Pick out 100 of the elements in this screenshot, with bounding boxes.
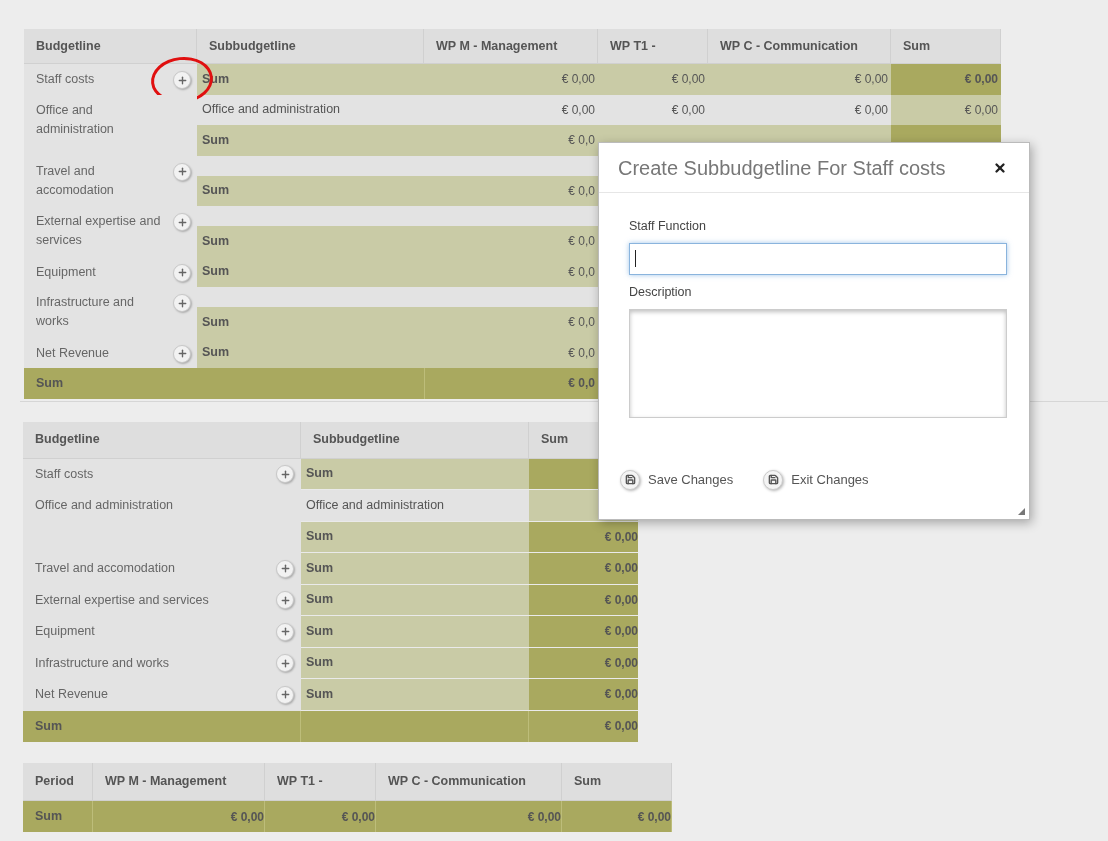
column-header: WP C - Communication xyxy=(376,763,562,800)
amount-cell: € 0,0 xyxy=(424,226,598,257)
exit-changes-button[interactable]: Exit Changes xyxy=(763,469,869,490)
column-header: Sum xyxy=(562,763,672,800)
dialog-title: Create Subbudgetline For Staff costs xyxy=(618,155,946,181)
budgetline-label: Infrastructure and works xyxy=(35,654,170,672)
plus-icon xyxy=(279,468,291,480)
amount-cell: € 0,0 xyxy=(424,337,598,368)
amount-cell: € 0,00 xyxy=(529,553,638,585)
column-header: Subbudgetline xyxy=(197,29,424,63)
amount-cell: € 0,00 xyxy=(598,64,708,95)
resize-grip-icon xyxy=(1018,508,1025,515)
subbudgetline-cell: Sum xyxy=(197,125,424,156)
text-cursor xyxy=(635,250,636,268)
add-button[interactable] xyxy=(276,559,294,578)
close-button[interactable] xyxy=(993,160,1007,175)
add-button[interactable] xyxy=(276,622,294,641)
budgetline-label: Travel and accomodation xyxy=(36,162,115,199)
add-button[interactable] xyxy=(173,213,191,231)
budgetline-label: Staff costs xyxy=(36,71,96,88)
amount-cell: € 0,00 xyxy=(562,801,672,832)
amount-cell: € 0,0 xyxy=(424,307,598,338)
plus-icon xyxy=(176,216,188,228)
textarea-field[interactable] xyxy=(629,308,1007,418)
add-button[interactable] xyxy=(276,654,294,673)
column-header: Sum xyxy=(891,29,1001,63)
subbudgetline-cell: Sum xyxy=(197,337,424,368)
subbudgetline-cell: Sum xyxy=(301,584,529,616)
budgetline-label: Office and administration xyxy=(36,101,115,138)
add-button[interactable] xyxy=(173,162,191,181)
period-cell: Sum xyxy=(23,801,93,832)
amount-cell: € 0,00 xyxy=(424,64,598,95)
column-header: WP T1 - xyxy=(265,763,376,800)
plus-icon xyxy=(176,297,188,309)
subbudgetline-cell: Sum xyxy=(197,226,424,257)
add-button[interactable] xyxy=(276,465,294,484)
add-button[interactable] xyxy=(276,685,294,704)
add-button[interactable] xyxy=(173,71,191,89)
amount-cell: € 0,00 xyxy=(891,94,1001,125)
column-header: WP C - Communication xyxy=(708,29,891,63)
save-changes-button[interactable]: Save Changes xyxy=(620,469,734,490)
subbudgetline-cell: Sum xyxy=(301,553,529,585)
total-cell-text: € 0,00 xyxy=(603,718,638,736)
subbudgetline-cell: Sum xyxy=(197,307,424,338)
column-header: WP T1 - xyxy=(598,29,708,63)
column-header: WP M - Management xyxy=(424,29,598,63)
plus-icon xyxy=(176,267,188,278)
close-icon xyxy=(993,160,1007,175)
save-icon xyxy=(620,469,640,490)
plus-icon xyxy=(279,594,291,606)
amount-cell: € 0,0 xyxy=(424,125,598,156)
column-header: Budgetline xyxy=(23,421,301,458)
subbudgetline-cell: Sum xyxy=(197,256,424,287)
total-label: Sum xyxy=(35,374,65,392)
field-label: Description xyxy=(629,283,693,301)
plus-icon xyxy=(279,657,291,669)
subbudgetline-cell: Sum xyxy=(301,679,529,711)
subbudgetline-cell: Sum xyxy=(197,175,424,206)
budgetline-label: Staff costs xyxy=(35,465,94,483)
add-button[interactable] xyxy=(173,344,191,363)
budgetline-label: External expertise and services xyxy=(36,213,162,249)
amount-cell: € 0,00 xyxy=(529,616,638,648)
amount-cell: € 0,00 xyxy=(529,584,638,616)
column-header: Subbudgetline xyxy=(301,421,529,458)
add-button[interactable] xyxy=(276,591,294,610)
column-header: Budgetline xyxy=(24,29,197,63)
budgetline-label: Infrastructure and works xyxy=(36,294,135,330)
amount-cell: € 0,0 xyxy=(424,175,598,206)
budgetline-label: Net Revenue xyxy=(36,344,110,362)
budgetline-label: Travel and accomodation xyxy=(35,560,175,578)
amount-cell: € 0,00 xyxy=(265,801,376,832)
budgetline-label: Office and administration xyxy=(35,497,174,515)
budgetline-label: Net Revenue xyxy=(35,686,108,704)
amount-cell: € 0,00 xyxy=(529,679,638,711)
subbudgetline-cell: Sum xyxy=(301,616,529,648)
budgetline-label: Equipment xyxy=(35,623,95,641)
amount-cell: € 0,00 xyxy=(529,647,638,679)
total-label: Sum xyxy=(23,710,301,742)
subbudgetline-cell: Sum xyxy=(301,647,529,679)
column-header: Period xyxy=(23,763,93,800)
save-icon xyxy=(763,469,784,490)
column-header: WP M - Management xyxy=(93,763,265,800)
amount-cell: € 0,00 xyxy=(376,801,562,832)
amount-cell: € 0,00 xyxy=(891,64,1001,95)
budgetline-label: Equipment xyxy=(36,263,97,281)
plus-icon xyxy=(176,348,188,359)
plus-icon xyxy=(176,74,188,86)
plus-icon xyxy=(279,689,291,701)
amount-cell: € 0,0 xyxy=(424,256,598,287)
add-button[interactable] xyxy=(173,294,191,312)
budgetline-label: External expertise and services xyxy=(35,591,209,609)
text-input[interactable] xyxy=(629,242,1007,275)
amount-cell: € 0,00 xyxy=(93,801,265,832)
amount-cell: € 0,00 xyxy=(529,521,638,553)
subbudgetline-cell: Sum xyxy=(301,521,529,553)
field-label: Staff Function xyxy=(629,218,707,235)
plus-icon xyxy=(279,626,291,638)
add-button[interactable] xyxy=(173,263,191,282)
subbudgetline-cell: Sum xyxy=(301,458,529,490)
plus-icon xyxy=(176,166,188,177)
